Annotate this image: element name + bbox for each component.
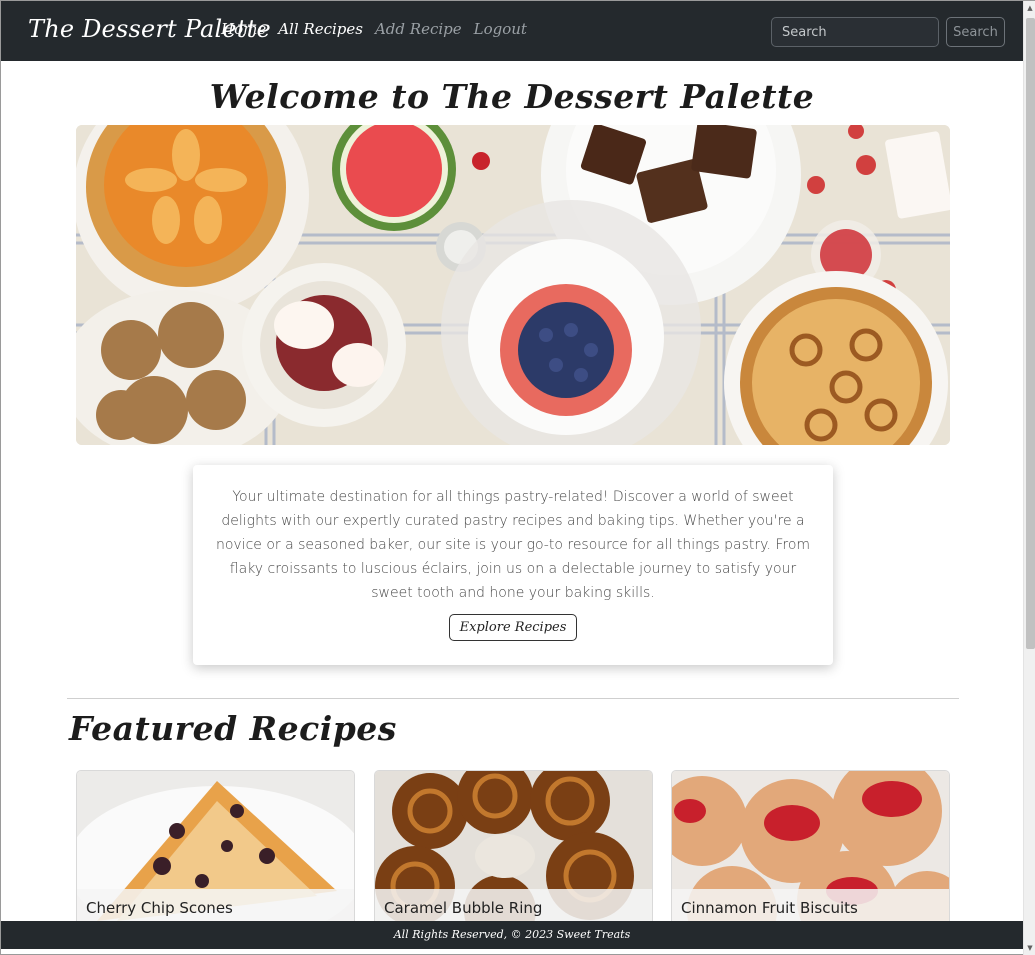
page-scrollbar[interactable]: ▲ ▼ bbox=[1023, 1, 1035, 955]
top-navbar: The Dessert Palette Home All Recipes Add… bbox=[1, 1, 1023, 61]
page-title: Welcome to The Dessert Palette bbox=[209, 77, 815, 116]
recipe-card-cinnamon-fruit-biscuits[interactable]: Cinnamon Fruit Biscuits bbox=[671, 770, 950, 930]
featured-recipes-heading: Featured Recipes bbox=[69, 709, 397, 748]
nav-link-add-recipe[interactable]: Add Recipe bbox=[375, 20, 462, 38]
scroll-up-arrow-icon[interactable]: ▲ bbox=[1024, 1, 1035, 15]
footer: All Rights Reserved, © 2023 Sweet Treats bbox=[1, 921, 1023, 949]
intro-card: Your ultimate destination for all things… bbox=[193, 465, 833, 665]
nav-link-all-recipes[interactable]: All Recipes bbox=[278, 20, 363, 38]
section-divider bbox=[67, 698, 959, 699]
intro-text: Your ultimate destination for all things… bbox=[215, 489, 811, 601]
nav-link-logout[interactable]: Logout bbox=[474, 20, 527, 38]
scrollbar-thumb[interactable] bbox=[1026, 18, 1035, 649]
explore-recipes-button[interactable]: Explore Recipes bbox=[448, 614, 578, 641]
footer-copyright: All Rights Reserved, © 2023 Sweet Treats bbox=[393, 928, 631, 941]
nav-links: Home All Recipes Add Recipe Logout bbox=[221, 20, 527, 38]
hero-dessert-table-image bbox=[76, 125, 950, 445]
nav-link-home[interactable]: Home bbox=[221, 20, 266, 38]
scroll-down-arrow-icon[interactable]: ▼ bbox=[1024, 941, 1035, 955]
recipe-card-caramel-bubble-ring[interactable]: Caramel Bubble Ring bbox=[374, 770, 653, 930]
search-button[interactable]: Search bbox=[946, 17, 1005, 47]
search-input[interactable] bbox=[771, 17, 939, 47]
recipe-card-cherry-chip-scones[interactable]: Cherry Chip Scones bbox=[76, 770, 355, 930]
